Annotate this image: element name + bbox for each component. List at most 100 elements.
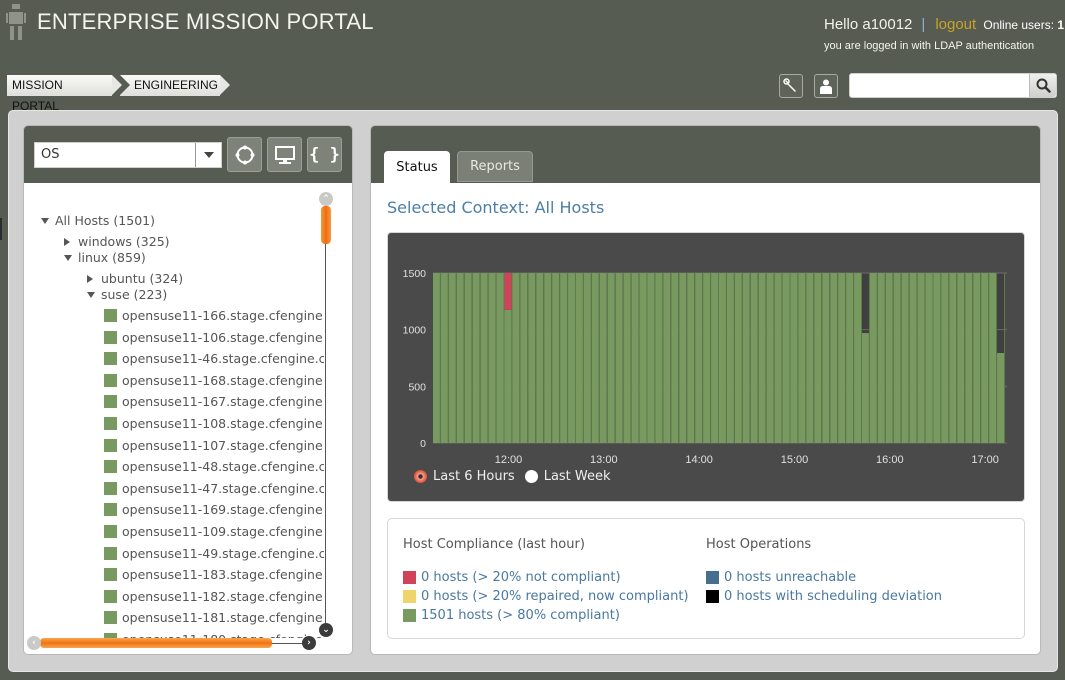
host-list-item[interactable]: opensuse11-107.stage.cfengine.co [104, 438, 324, 453]
scroll-left-button[interactable]: ‹ [27, 636, 41, 650]
operations-scheduling-deviation-label[interactable]: 0 hosts with scheduling deviation [724, 589, 942, 604]
tree-node-label[interactable]: windows (325) [78, 234, 170, 249]
host-name[interactable]: opensuse11-109.stage.cfengine.co [122, 524, 324, 539]
breadcrumb-engineering[interactable]: ENGINEERING [120, 75, 230, 96]
tree-node[interactable]: linux (859) [64, 250, 146, 265]
tree-node[interactable]: ubuntu (324) [87, 271, 183, 286]
compliance-compliant[interactable]: 1501 hosts (> 80% compliant) [403, 606, 689, 625]
x-tick-label: 12:00 [495, 454, 523, 466]
host-name[interactable]: opensuse11-167.stage.cfengine.co [122, 394, 324, 409]
radio-last-week-label[interactable]: Last Week [544, 469, 611, 484]
host-list-item[interactable]: opensuse11-168.stage.cfengine.co [104, 373, 324, 388]
side-edge-marker [0, 218, 2, 240]
target-button[interactable] [227, 137, 262, 172]
expanded-arrow-icon[interactable] [87, 291, 101, 298]
bar-segment [973, 273, 981, 443]
bar-segment [893, 273, 901, 443]
compliance-not-compliant[interactable]: 0 hosts (> 20% not compliant) [403, 568, 689, 587]
host-name[interactable]: opensuse11-182.stage.cfengine.co [122, 589, 324, 604]
vertical-scroll-thumb[interactable] [321, 206, 331, 244]
host-list-item[interactable]: opensuse11-106.stage.cfengine.co [104, 330, 324, 345]
search-input[interactable] [850, 74, 1028, 97]
radio-last-6-hours[interactable] [414, 470, 427, 483]
logout-link[interactable]: logout [935, 16, 976, 33]
settings-button[interactable] [779, 74, 803, 98]
host-status-icon [104, 373, 117, 387]
host-list-item[interactable]: opensuse11-182.stage.cfengine.co [104, 589, 324, 604]
expanded-arrow-icon[interactable] [41, 217, 55, 224]
tree-node[interactable]: All Hosts (1501) [41, 213, 155, 228]
online-users-label: Online users: [983, 18, 1055, 32]
collapsed-arrow-icon[interactable] [87, 274, 101, 283]
tab-status[interactable]: Status [384, 151, 450, 183]
host-name[interactable]: opensuse11-169.stage.cfengine.co [122, 502, 324, 517]
tree-node-label[interactable]: suse (223) [101, 287, 167, 302]
bar-segment [560, 273, 568, 443]
host-name[interactable]: opensuse11-183.stage.cfengine.co [122, 567, 324, 582]
tree-node-label[interactable]: linux (859) [78, 250, 146, 265]
bar-segment [742, 273, 750, 443]
operations-scheduling-deviation[interactable]: 0 hosts with scheduling deviation [706, 587, 942, 606]
host-name[interactable]: opensuse11-46.stage.cfengine.com [122, 351, 324, 366]
chevron-left-icon: ‹ [32, 637, 36, 648]
user-profile-button[interactable] [814, 74, 838, 98]
host-name[interactable]: opensuse11-168.stage.cfengine.co [122, 373, 324, 388]
host-name[interactable]: opensuse11-107.stage.cfengine.co [122, 438, 324, 453]
host-name[interactable]: opensuse11-166.stage.cfengine.co [122, 308, 324, 323]
host-list-item[interactable]: opensuse11-108.stage.cfengine.co [104, 416, 324, 431]
horizontal-scroll-thumb[interactable] [40, 638, 272, 648]
chevron-down-icon[interactable] [195, 143, 221, 167]
host-list-item[interactable]: opensuse11-46.stage.cfengine.com [104, 351, 324, 366]
host-status-icon [104, 330, 117, 344]
search-button[interactable] [1029, 74, 1056, 97]
bar-segment [774, 273, 782, 443]
host-status-icon [104, 309, 117, 322]
host-list-item[interactable]: opensuse11-183.stage.cfengine.co [104, 567, 324, 582]
host-list-item[interactable]: opensuse11-166.stage.cfengine.co [104, 308, 324, 323]
host-list-item[interactable]: opensuse11-169.stage.cfengine.co [104, 502, 324, 517]
compliance-not-compliant-label[interactable]: 0 hosts (> 20% not compliant) [421, 570, 621, 585]
operations-unreachable[interactable]: 0 hosts unreachable [706, 568, 942, 587]
host-name[interactable]: opensuse11-49.stage.cfengine.com [122, 546, 324, 561]
host-list-item[interactable]: opensuse11-181.stage.cfengine.co [104, 610, 324, 625]
host-name[interactable]: opensuse11-181.stage.cfengine.co [122, 610, 324, 625]
scroll-down-button[interactable]: ⌄ [319, 623, 333, 637]
bar-segment [838, 273, 846, 443]
collapsed-arrow-icon[interactable] [64, 237, 78, 246]
tab-reports[interactable]: Reports [457, 151, 533, 182]
scroll-up-button[interactable]: ⌃ [319, 192, 333, 206]
classes-view-button[interactable]: { } [307, 137, 342, 172]
context-select[interactable]: OS [34, 142, 222, 168]
vertical-scroll-track[interactable] [325, 204, 326, 630]
compliance-compliant-label[interactable]: 1501 hosts (> 80% compliant) [421, 608, 620, 623]
host-list-item[interactable]: opensuse11-49.stage.cfengine.com [104, 546, 324, 561]
operations-unreachable-label[interactable]: 0 hosts unreachable [724, 570, 856, 585]
compliance-repaired[interactable]: 0 hosts (> 20% repaired, now compliant) [403, 587, 689, 606]
bar-segment [576, 273, 583, 443]
scroll-right-button[interactable]: › [302, 636, 316, 650]
x-tick-label: 16:00 [876, 454, 904, 466]
host-list-item[interactable]: opensuse11-48.stage.cfengine.com [104, 459, 324, 474]
hosts-view-button[interactable] [267, 137, 302, 172]
radio-last-week[interactable] [524, 470, 538, 483]
host-tree: All Hosts (1501) windows (325) linux (859)… [24, 183, 324, 638]
expanded-arrow-icon[interactable] [64, 254, 78, 261]
radio-last-6-hours-label[interactable]: Last 6 Hours [433, 469, 515, 484]
host-name[interactable]: opensuse11-48.stage.cfengine.com [122, 459, 324, 474]
host-name[interactable]: opensuse11-108.stage.cfengine.co [122, 416, 324, 431]
tree-node-label[interactable]: ubuntu (324) [101, 271, 183, 286]
bar-segment [917, 273, 925, 443]
tree-node-label[interactable]: All Hosts (1501) [55, 213, 155, 228]
bar-segment [568, 273, 575, 443]
tree-node[interactable]: suse (223) [87, 287, 167, 302]
host-list-item[interactable]: opensuse11-47.stage.cfengine.com [104, 481, 324, 496]
compliance-repaired-label[interactable]: 0 hosts (> 20% repaired, now compliant) [421, 589, 689, 604]
host-name[interactable]: opensuse11-47.stage.cfengine.com [122, 481, 324, 496]
bar-segment [790, 273, 798, 443]
tree-node[interactable]: windows (325) [64, 234, 170, 249]
host-list-item[interactable]: opensuse11-109.stage.cfengine.co [104, 524, 324, 539]
greeting: Hello a10012 [824, 16, 913, 33]
host-list-item[interactable]: opensuse11-167.stage.cfengine.co [104, 394, 324, 409]
breadcrumb-mission-portal[interactable]: MISSION PORTAL [7, 75, 122, 113]
host-name[interactable]: opensuse11-106.stage.cfengine.co [122, 330, 324, 345]
